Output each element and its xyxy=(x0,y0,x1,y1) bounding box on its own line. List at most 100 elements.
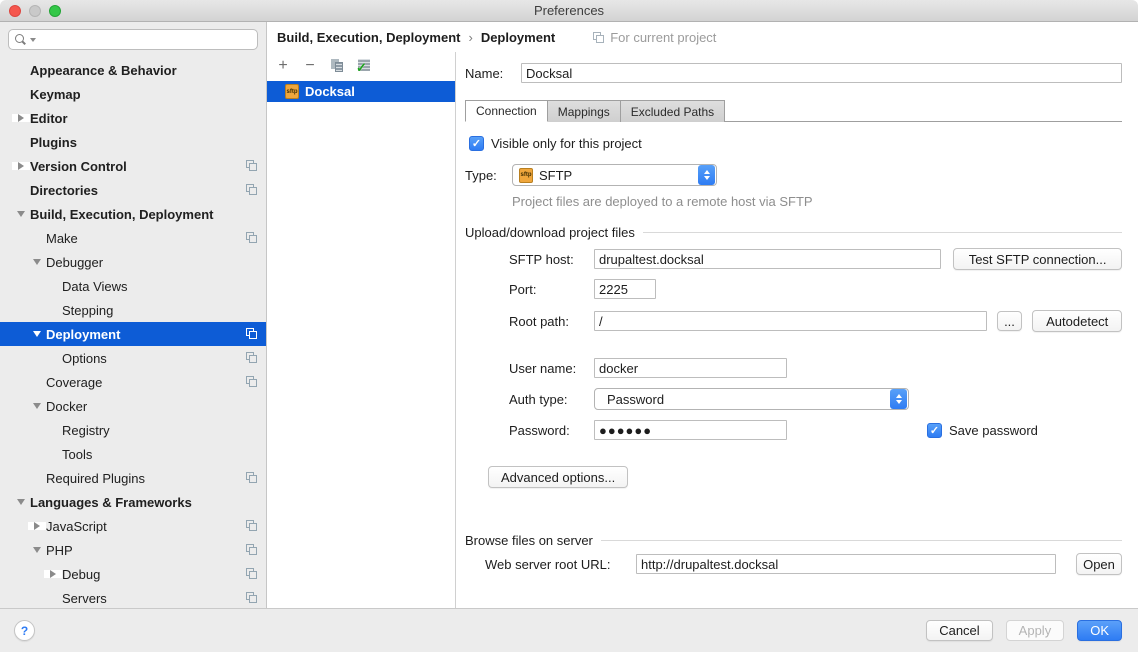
type-dropdown[interactable]: sftp SFTP xyxy=(512,164,717,186)
open-button[interactable]: Open xyxy=(1076,553,1122,575)
tab-excluded-paths[interactable]: Excluded Paths xyxy=(620,100,725,122)
sidebar-item-version-control[interactable]: Version Control xyxy=(0,154,266,178)
per-project-icon xyxy=(246,472,258,484)
type-value: SFTP xyxy=(533,168,698,183)
sidebar-item-label: Deployment xyxy=(46,327,120,342)
browse-group-header: Browse files on server xyxy=(465,533,1122,548)
visible-only-label: Visible only for this project xyxy=(491,136,642,151)
per-project-icon xyxy=(593,32,605,44)
sidebar-item-stepping[interactable]: Stepping xyxy=(0,298,266,322)
web-root-field[interactable] xyxy=(636,554,1056,574)
sidebar-item-plugins[interactable]: Plugins xyxy=(0,130,266,154)
sftp-host-field[interactable] xyxy=(594,249,941,269)
chevron-down-icon[interactable] xyxy=(28,403,46,409)
chevron-down-icon[interactable] xyxy=(12,211,30,217)
per-project-icon xyxy=(246,544,258,556)
sidebar-item-label: Servers xyxy=(62,591,107,606)
dropdown-stepper-icon xyxy=(890,389,907,409)
sidebar-item-build-execution-deployment[interactable]: Build, Execution, Deployment xyxy=(0,202,266,226)
sidebar-tree: Appearance & Behavior Keymap Editor Plugins… xyxy=(0,54,266,608)
chevron-right-icon[interactable] xyxy=(12,114,30,122)
sidebar-item-coverage[interactable]: Coverage xyxy=(0,370,266,394)
sidebar-item-registry[interactable]: Registry xyxy=(0,418,266,442)
green-check-list-icon xyxy=(357,59,371,73)
port-field[interactable] xyxy=(594,279,656,299)
password-field[interactable] xyxy=(594,420,787,440)
preferences-window: Preferences Appearance & BehaviorKeymapE… xyxy=(0,0,1138,652)
chevron-right-icon[interactable] xyxy=(12,162,30,170)
sidebar-item-tools[interactable]: Tools xyxy=(0,442,266,466)
upload-group-title: Upload/download project files xyxy=(465,225,635,240)
search-input[interactable] xyxy=(8,29,258,50)
chevron-down-icon[interactable] xyxy=(28,547,46,553)
group-divider xyxy=(601,540,1122,541)
search-filter-caret-icon[interactable] xyxy=(30,38,36,42)
chevron-down-icon[interactable] xyxy=(28,259,46,265)
sidebar-item-label: JavaScript xyxy=(46,519,107,534)
chevron-right-icon[interactable] xyxy=(44,570,62,578)
settings-sidebar: Appearance & Behavior Keymap Editor Plugins… xyxy=(0,22,267,608)
sidebar-item-directories[interactable]: Directories xyxy=(0,178,266,202)
server-item-label: Docksal xyxy=(305,84,355,99)
advanced-options-button[interactable]: Advanced options... xyxy=(488,466,628,488)
copy-server-button[interactable] xyxy=(329,58,345,74)
deployment-form: Name: ConnectionMappingsExcluded Paths ✓… xyxy=(456,52,1138,608)
sidebar-item-label: Required Plugins xyxy=(46,471,145,486)
sidebar-item-docker[interactable]: Docker xyxy=(0,394,266,418)
tab-mappings[interactable]: Mappings xyxy=(547,100,621,122)
save-password-checkbox[interactable]: ✓ xyxy=(927,423,942,438)
ok-button[interactable]: OK xyxy=(1077,620,1122,641)
server-list-panel: + − sftp Docksal xyxy=(267,52,456,608)
sidebar-item-php[interactable]: PHP xyxy=(0,538,266,562)
sidebar-item-label: Debugger xyxy=(46,255,103,270)
add-server-button[interactable]: + xyxy=(275,58,291,74)
breadcrumb-separator: › xyxy=(468,30,472,45)
help-button[interactable]: ? xyxy=(14,620,35,641)
sidebar-item-data-views[interactable]: Data Views xyxy=(0,274,266,298)
dialog-footer: ? Cancel Apply OK xyxy=(0,608,1138,652)
apply-button[interactable]: Apply xyxy=(1006,620,1065,641)
sidebar-item-appearance-behavior[interactable]: Appearance & Behavior xyxy=(0,58,266,82)
sidebar-item-label: Plugins xyxy=(30,135,77,150)
sidebar-item-label: Appearance & Behavior xyxy=(30,63,177,78)
autodetect-button[interactable]: Autodetect xyxy=(1032,310,1122,332)
auth-type-dropdown[interactable]: Password xyxy=(594,388,909,410)
server-list-item-docksal[interactable]: sftp Docksal xyxy=(267,81,455,102)
sidebar-item-make[interactable]: Make xyxy=(0,226,266,250)
per-project-icon xyxy=(246,160,258,172)
chevron-down-icon[interactable] xyxy=(12,499,30,505)
per-project-icon xyxy=(246,568,258,580)
sidebar-item-debugger[interactable]: Debugger xyxy=(0,250,266,274)
dropdown-stepper-icon xyxy=(698,165,715,185)
sidebar-item-servers[interactable]: Servers xyxy=(0,586,266,608)
sidebar-item-label: Keymap xyxy=(30,87,81,102)
sidebar-item-keymap[interactable]: Keymap xyxy=(0,82,266,106)
sidebar-item-deployment[interactable]: Deployment xyxy=(0,322,266,346)
sidebar-item-javascript[interactable]: JavaScript xyxy=(0,514,266,538)
sidebar-item-editor[interactable]: Editor xyxy=(0,106,266,130)
visible-only-checkbox[interactable]: ✓ xyxy=(469,136,484,151)
web-root-label: Web server root URL: xyxy=(485,557,636,572)
cancel-button[interactable]: Cancel xyxy=(926,620,992,641)
sidebar-item-debug[interactable]: Debug xyxy=(0,562,266,586)
use-as-default-button[interactable] xyxy=(356,58,372,74)
remove-server-button[interactable]: − xyxy=(302,58,318,74)
tab-connection[interactable]: Connection xyxy=(465,100,548,122)
browse-root-path-button[interactable]: ... xyxy=(997,311,1023,331)
chevron-right-icon[interactable] xyxy=(28,522,46,530)
root-path-field[interactable] xyxy=(594,311,987,331)
user-name-field[interactable] xyxy=(594,358,787,378)
scope-label: For current project xyxy=(610,30,716,45)
chevron-down-icon[interactable] xyxy=(28,331,46,337)
sftp-host-label: SFTP host: xyxy=(509,252,594,267)
sidebar-item-required-plugins[interactable]: Required Plugins xyxy=(0,466,266,490)
breadcrumb-section[interactable]: Build, Execution, Deployment xyxy=(277,30,460,45)
name-field[interactable] xyxy=(521,63,1122,83)
sidebar-item-label: Registry xyxy=(62,423,110,438)
sidebar-item-languages-frameworks[interactable]: Languages & Frameworks xyxy=(0,490,266,514)
sidebar-item-label: Options xyxy=(62,351,107,366)
per-project-icon xyxy=(246,184,258,196)
password-label: Password: xyxy=(509,423,594,438)
sidebar-item-options[interactable]: Options xyxy=(0,346,266,370)
test-sftp-connection-button[interactable]: Test SFTP connection... xyxy=(953,248,1122,270)
